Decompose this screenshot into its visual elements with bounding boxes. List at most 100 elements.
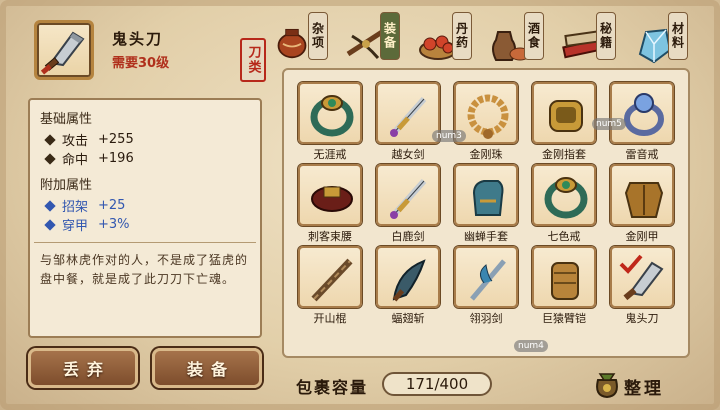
attr-row-pierce: 穿甲 +3% xyxy=(40,215,250,234)
tab-label: 杂项 xyxy=(308,12,328,60)
slot-frame xyxy=(376,82,440,144)
inventory-slot[interactable]: 幽蝉手套 xyxy=(454,164,520,246)
sword-icon xyxy=(389,97,427,137)
attr-value: +3% xyxy=(98,217,130,232)
slot-label: 金刚甲 xyxy=(625,230,659,243)
attr-row-accuracy: 命中 +196 xyxy=(40,149,250,168)
extra-attributes-title: 附加属性 xyxy=(40,178,93,193)
divider xyxy=(34,242,256,243)
overlay-tag: num3 xyxy=(432,130,466,142)
slot-label: 蝠翅斩 xyxy=(391,312,425,325)
item-name: 鬼头刀 xyxy=(112,30,164,48)
equipped-check-icon xyxy=(619,254,643,274)
broadsword-icon xyxy=(40,31,85,75)
inventory-slot[interactable]: 金刚珠 xyxy=(454,82,520,164)
slot-label: 金刚珠 xyxy=(469,148,503,161)
slot-label: 七色戒 xyxy=(547,230,581,243)
slot-label: 无涯戒 xyxy=(313,148,347,161)
attr-row-parry: 招架 +25 xyxy=(40,196,250,215)
armor-icon xyxy=(624,182,664,218)
capacity-value: 171/400 xyxy=(382,372,492,396)
slot-label: 金刚指套 xyxy=(542,148,586,161)
sword-icon xyxy=(389,179,427,219)
diamond-bullet-icon xyxy=(44,133,56,146)
slot-label: 翎羽剑 xyxy=(469,312,503,325)
tab-label: 丹药 xyxy=(452,12,472,60)
inventory-slot[interactable]: 蝠翅斩 xyxy=(376,246,442,328)
finger-guard-icon xyxy=(549,100,583,132)
gem-ring-icon xyxy=(624,93,664,136)
slot-frame xyxy=(454,164,518,226)
inventory-slot[interactable]: 金刚指套 xyxy=(532,82,598,164)
inventory-grid: 无涯戒 越女剑 金刚珠 金刚指套 雷音戒刺客束腰 白鹿剑 幽蝉手套 七色戒 金刚甲开山棍 蝠翅斩 翎… xyxy=(282,68,690,358)
inventory-slot[interactable]: 鬼头刀 xyxy=(610,246,676,328)
slot-label: 鬼头刀 xyxy=(625,312,659,325)
item-type-stamp: 刀类 xyxy=(240,38,266,82)
tab-label: 秘籍 xyxy=(596,12,616,60)
inventory-slot[interactable]: 巨猿臂铠 xyxy=(532,246,598,328)
slot-frame xyxy=(298,164,362,226)
inventory-slot[interactable]: 金刚甲 xyxy=(610,164,676,246)
slot-frame xyxy=(532,82,596,144)
tab-label: 装备 xyxy=(380,12,400,60)
item-attributes-panel: 基础属性 攻击 +255 命中 +196 附加属性 招架 +25 穿甲 +3% … xyxy=(28,98,262,338)
attr-name: 穿甲 xyxy=(62,219,89,234)
attr-name: 招架 xyxy=(62,200,89,215)
overlay-tag: num4 xyxy=(514,340,548,352)
attr-name: 攻击 xyxy=(62,134,89,149)
tab-misc[interactable]: 杂项 xyxy=(272,10,336,66)
item-level-requirement: 需要30级 xyxy=(112,56,170,71)
slot-frame xyxy=(376,246,440,308)
sort-label: 整理 xyxy=(624,379,664,399)
capacity-label: 包裹容量 xyxy=(296,378,369,397)
slot-label: 白鹿剑 xyxy=(391,230,425,243)
inventory-slot[interactable]: 越女剑 xyxy=(376,82,442,164)
tab-manuals[interactable]: 秘籍 xyxy=(560,10,624,66)
discard-button[interactable]: 丢弃 xyxy=(28,348,138,388)
slot-label: 巨猿臂铠 xyxy=(542,312,586,325)
tab-materials[interactable]: 材料 xyxy=(632,10,696,66)
tab-label: 酒食 xyxy=(524,12,544,60)
sort-button[interactable]: 整理 xyxy=(590,364,710,404)
diamond-bullet-icon xyxy=(44,152,56,165)
tab-label: 材料 xyxy=(668,12,688,60)
inventory-slot[interactable]: 翎羽剑 xyxy=(454,246,520,328)
slot-frame xyxy=(610,246,674,308)
tab-pills[interactable]: 丹药 xyxy=(416,10,480,66)
attr-value: +255 xyxy=(98,132,134,147)
slot-label: 刺客束腰 xyxy=(308,230,352,243)
inventory-slot[interactable]: 无涯戒 xyxy=(298,82,364,164)
inventory-slot[interactable]: 七色戒 xyxy=(532,164,598,246)
beads-icon xyxy=(467,94,509,139)
tab-equipment[interactable]: 装备 xyxy=(344,10,408,66)
ring-icon xyxy=(310,95,354,137)
attr-name: 命中 xyxy=(62,153,89,168)
attr-row-attack: 攻击 +255 xyxy=(40,130,250,149)
slot-frame xyxy=(610,164,674,226)
tab-wine-food[interactable]: 酒食 xyxy=(488,10,552,66)
arm-guard-icon xyxy=(551,262,579,300)
ring-icon xyxy=(544,177,588,219)
glove-icon xyxy=(472,180,504,216)
inventory-slot[interactable]: 刺客束腰 xyxy=(298,164,364,246)
base-attributes-title: 基础属性 xyxy=(40,112,93,127)
clay-jar-icon xyxy=(277,28,307,59)
equip-button[interactable]: 装备 xyxy=(152,348,262,388)
slot-label: 雷音戒 xyxy=(625,148,659,161)
slot-frame xyxy=(376,164,440,226)
staff-icon xyxy=(311,258,353,302)
diamond-bullet-icon xyxy=(44,199,56,212)
slot-frame xyxy=(298,82,362,144)
inventory-slot[interactable]: 开山棍 xyxy=(298,246,364,328)
blade-icon xyxy=(392,259,426,302)
slot-frame xyxy=(610,82,674,144)
item-header: 鬼头刀 需要30级 刀类 xyxy=(28,14,266,84)
item-description: 与邹林虎作对的人，不是成了猛虎的盘中餐，就是成了此刀刀下亡魂。 xyxy=(40,253,249,286)
slot-frame xyxy=(298,246,362,308)
attr-value: +196 xyxy=(98,151,134,166)
inventory-slot[interactable]: 白鹿剑 xyxy=(376,164,442,246)
slot-frame xyxy=(454,246,518,308)
belt-icon xyxy=(311,186,353,212)
slot-frame xyxy=(532,246,596,308)
diamond-bullet-icon xyxy=(44,218,56,231)
